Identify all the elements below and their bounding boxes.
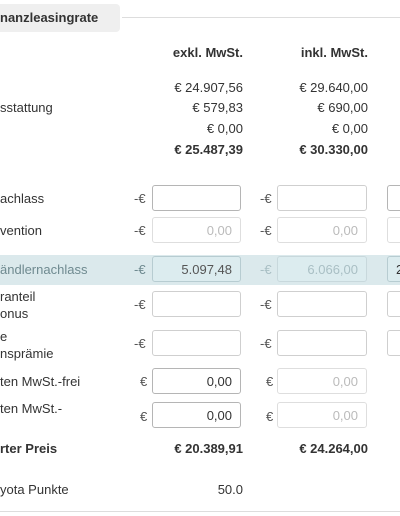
bottom-divider (0, 511, 400, 512)
discount-input-excl[interactable] (152, 185, 241, 211)
dealer-discount-prefix-excl: -€ (134, 262, 146, 277)
dealer-discount-label: ändlernachlass (0, 262, 88, 277)
dealer-discount-input-excl[interactable]: 5.097,48 (152, 256, 241, 282)
costs-vat-free-input-incl[interactable]: 0,00 (277, 368, 367, 394)
subsidy-prefix-excl: -€ (134, 223, 146, 238)
costs-vat-input-incl[interactable]: 0,00 (277, 402, 367, 428)
points-value: 50.0 (217, 482, 243, 497)
price-subtotal-excl: € 25.487,39 (174, 142, 243, 157)
costs-vat-free-prefix-incl: € (266, 374, 274, 389)
dealer-discount-extra-value: 2 (396, 262, 400, 277)
discount-input-incl[interactable] (277, 185, 367, 211)
column-header-excl: exkl. MwSt. (172, 45, 243, 60)
costs-vat-free-label: ten MwSt.-frei (0, 374, 81, 389)
costs-vat-prefix-incl: € (266, 409, 274, 424)
price-subtotal-incl: € 30.330,00 (299, 142, 368, 157)
premium-input-extra[interactable] (387, 330, 400, 356)
costs-vat-label: ten MwSt.- (0, 401, 63, 416)
discount-label: achlass (0, 191, 45, 206)
dealer-share-input-incl[interactable] (277, 291, 367, 317)
premium-input-excl[interactable] (152, 330, 241, 356)
premium-label-line2: nsprämie (0, 346, 54, 361)
discount-prefix-incl: -€ (260, 191, 272, 206)
section-divider (122, 17, 400, 18)
price-row-incl: € 690,00 (317, 100, 368, 115)
discount-input-extra[interactable] (387, 185, 400, 211)
price-row-excl: € 24.907,56 (174, 80, 243, 95)
points-label: yota Punkte (0, 482, 69, 497)
column-header-incl: inkl. MwSt. (300, 45, 368, 60)
dealer-share-prefix-excl: -€ (134, 297, 146, 312)
total-excl: € 20.389,91 (174, 441, 243, 456)
section-title: nanzleasingrate (0, 10, 99, 25)
dealer-share-label-line1: ranteil (0, 289, 36, 304)
dealer-share-label-line2: onus (0, 306, 29, 321)
costs-vat-prefix-excl: € (140, 409, 148, 424)
price-row-incl: € 0,00 (331, 121, 368, 136)
subsidy-input-excl[interactable]: 0,00 (152, 217, 241, 243)
costs-vat-free-input-excl[interactable]: 0,00 (152, 368, 241, 394)
subsidy-prefix-incl: -€ (260, 223, 272, 238)
costs-vat-input-excl[interactable]: 0,00 (152, 402, 241, 428)
premium-input-incl[interactable] (277, 330, 367, 356)
subsidy-input-incl[interactable]: 0,00 (277, 217, 367, 243)
subsidy-label: vention (0, 223, 42, 238)
dealer-discount-input-incl[interactable]: 6.066,00 (277, 256, 367, 282)
total-label: rter Preis (0, 441, 58, 456)
premium-label-line1: e (0, 329, 8, 344)
dealer-share-prefix-incl: -€ (260, 297, 272, 312)
dealer-discount-input-extra[interactable]: 2 (387, 256, 400, 282)
dealer-share-input-extra[interactable] (387, 291, 400, 317)
price-row-excl: € 579,83 (192, 100, 243, 115)
premium-prefix-excl: -€ (134, 336, 146, 351)
discount-prefix-excl: -€ (134, 191, 146, 206)
dealer-discount-prefix-incl: -€ (260, 262, 272, 277)
price-row-label: sstattung (0, 100, 53, 115)
total-incl: € 24.264,00 (299, 441, 368, 456)
premium-prefix-incl: -€ (260, 336, 272, 351)
dealer-share-input-excl[interactable] (152, 291, 241, 317)
subsidy-input-extra[interactable] (387, 217, 400, 243)
price-row-incl: € 29.640,00 (299, 80, 368, 95)
price-row-excl: € 0,00 (206, 121, 243, 136)
costs-vat-free-prefix-excl: € (140, 374, 148, 389)
section-tab: nanzleasingrate (0, 4, 120, 32)
